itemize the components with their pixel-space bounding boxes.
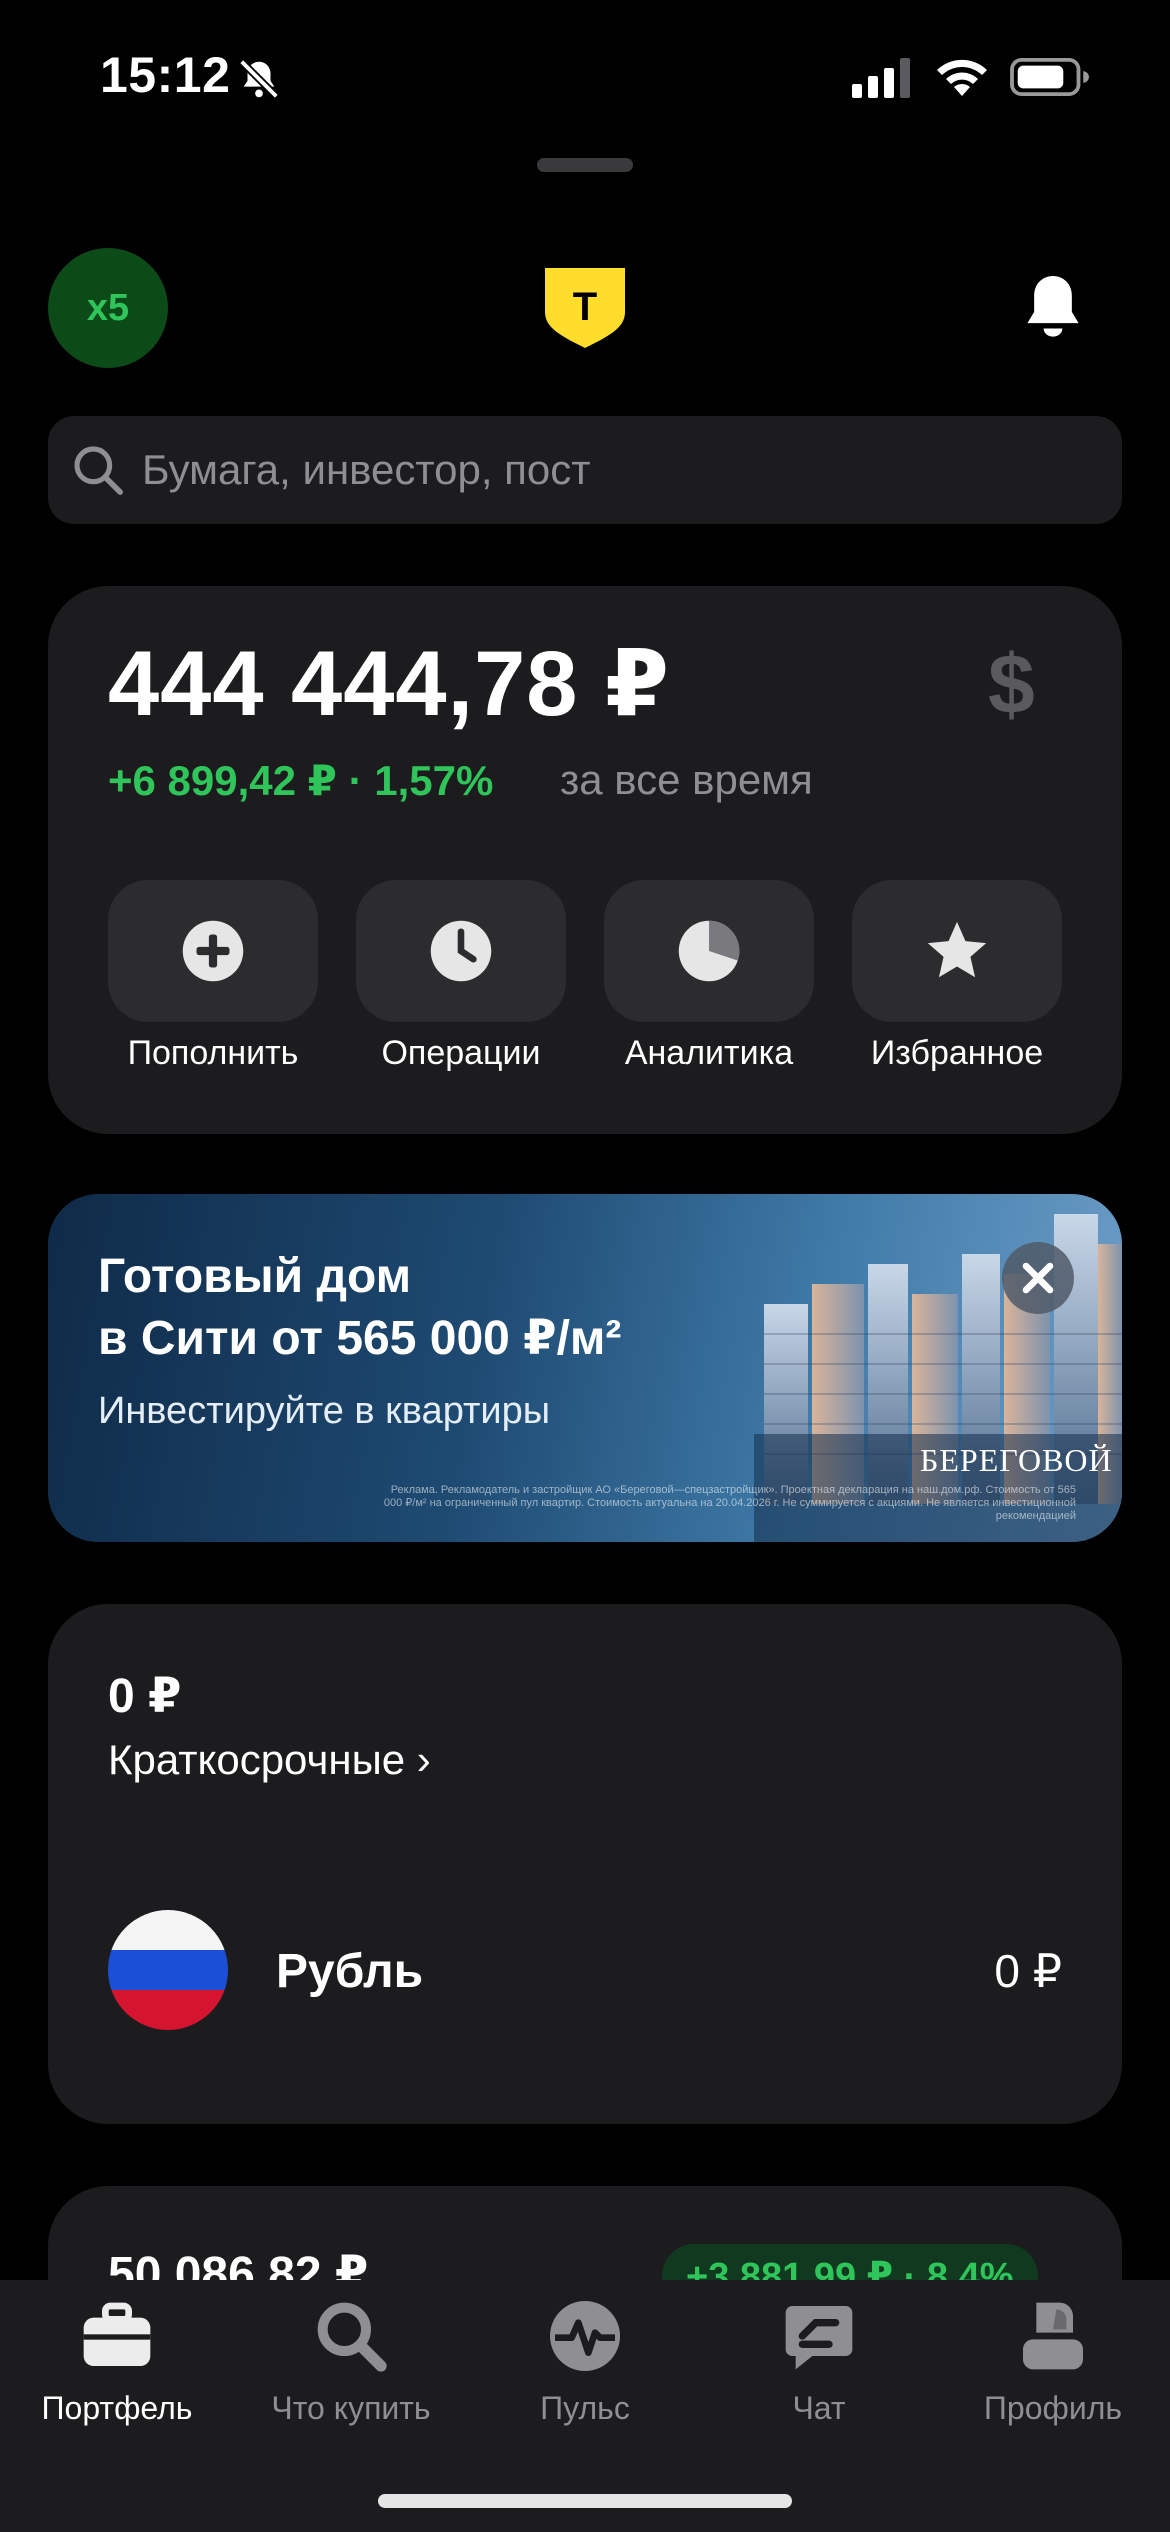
promo-subtitle: Инвестируйте в квартиры [98, 1390, 551, 1432]
tab-portfolio-label: Портфель [41, 2390, 193, 2426]
favorites-button[interactable] [852, 880, 1062, 1022]
search-icon [317, 2302, 387, 2372]
home-indicator[interactable] [378, 2494, 792, 2508]
operations-button[interactable] [356, 880, 566, 1022]
topup-button[interactable] [108, 880, 318, 1022]
close-icon [1022, 1262, 1054, 1294]
cashback-badge-button[interactable]: x5 [48, 248, 168, 368]
currency-value: 0 ₽ [994, 1945, 1062, 1997]
favorites-label: Избранное [870, 1034, 1044, 1072]
promo-title-line1: Готовый дом [98, 1250, 412, 1303]
tab-what-to-buy[interactable]: Что купить [234, 2296, 468, 2446]
tab-pulse-label: Пульс [540, 2390, 630, 2426]
sheet-grabber[interactable] [537, 158, 633, 172]
pulse-icon [550, 2301, 620, 2371]
russia-flag-icon [108, 1910, 228, 2030]
operations-label: Операции [381, 1034, 541, 1072]
currency-switch-button[interactable]: $ [988, 636, 1035, 733]
cash-card[interactable] [48, 1604, 1122, 2124]
portfolio-change: +6 899,42 ₽ · 1,57% [108, 757, 494, 804]
portfolio-total: 444 444,78 ₽ [108, 633, 671, 735]
tab-profile-label: Профиль [983, 2390, 1123, 2426]
tab-chat[interactable]: Чат [702, 2296, 936, 2446]
analytics-label: Аналитика [624, 1034, 794, 1072]
tab-portfolio[interactable]: Портфель [0, 2296, 234, 2446]
promo-brand-logo: БЕРЕГОВОЙ [920, 1442, 1113, 1478]
short-term-link[interactable]: Краткосрочные › [108, 1736, 431, 1784]
profile-icon [1023, 2302, 1083, 2370]
wifi-icon [937, 59, 987, 96]
currency-name: Рубль [276, 1945, 424, 1998]
briefcase-icon [83, 2302, 151, 2366]
pie-chart-icon [678, 920, 740, 982]
topup-label: Пополнить [127, 1034, 299, 1072]
bell-icon[interactable] [1020, 272, 1086, 342]
plus-circle-icon [182, 920, 244, 982]
tab-what-to-buy-label: Что купить [271, 2390, 431, 2426]
tab-chat-label: Чат [792, 2390, 846, 2426]
logo-letter: T [573, 285, 597, 329]
bell-slash-icon [239, 59, 279, 99]
status-time: 15:12 [100, 47, 231, 103]
promo-close-button[interactable] [1002, 1242, 1074, 1314]
analytics-button[interactable] [604, 880, 814, 1022]
search-input[interactable]: Бумага, инвестор, пост [142, 446, 591, 494]
star-icon [927, 921, 987, 978]
promo-title-line2: в Сити от 565 000 ₽/м² [98, 1312, 622, 1365]
tab-profile[interactable]: Профиль [936, 2296, 1170, 2446]
tbank-logo: T [545, 268, 625, 348]
promo-legal-text: Реклама. Рекламодатель и застройщик АО «… [383, 1484, 1076, 1522]
cash-amount: 0 ₽ [108, 1670, 182, 1723]
battery-icon [1010, 58, 1089, 96]
cellular-signal-icon [852, 58, 910, 98]
chat-icon [785, 2306, 853, 2370]
portfolio-change-period[interactable]: за все время [560, 756, 813, 804]
tab-pulse[interactable]: Пульс [468, 2296, 702, 2446]
promo-title: Готовый дом в Сити от 565 000 ₽/м² [98, 1246, 738, 1370]
search-icon [74, 446, 123, 495]
clock-icon [430, 920, 492, 982]
